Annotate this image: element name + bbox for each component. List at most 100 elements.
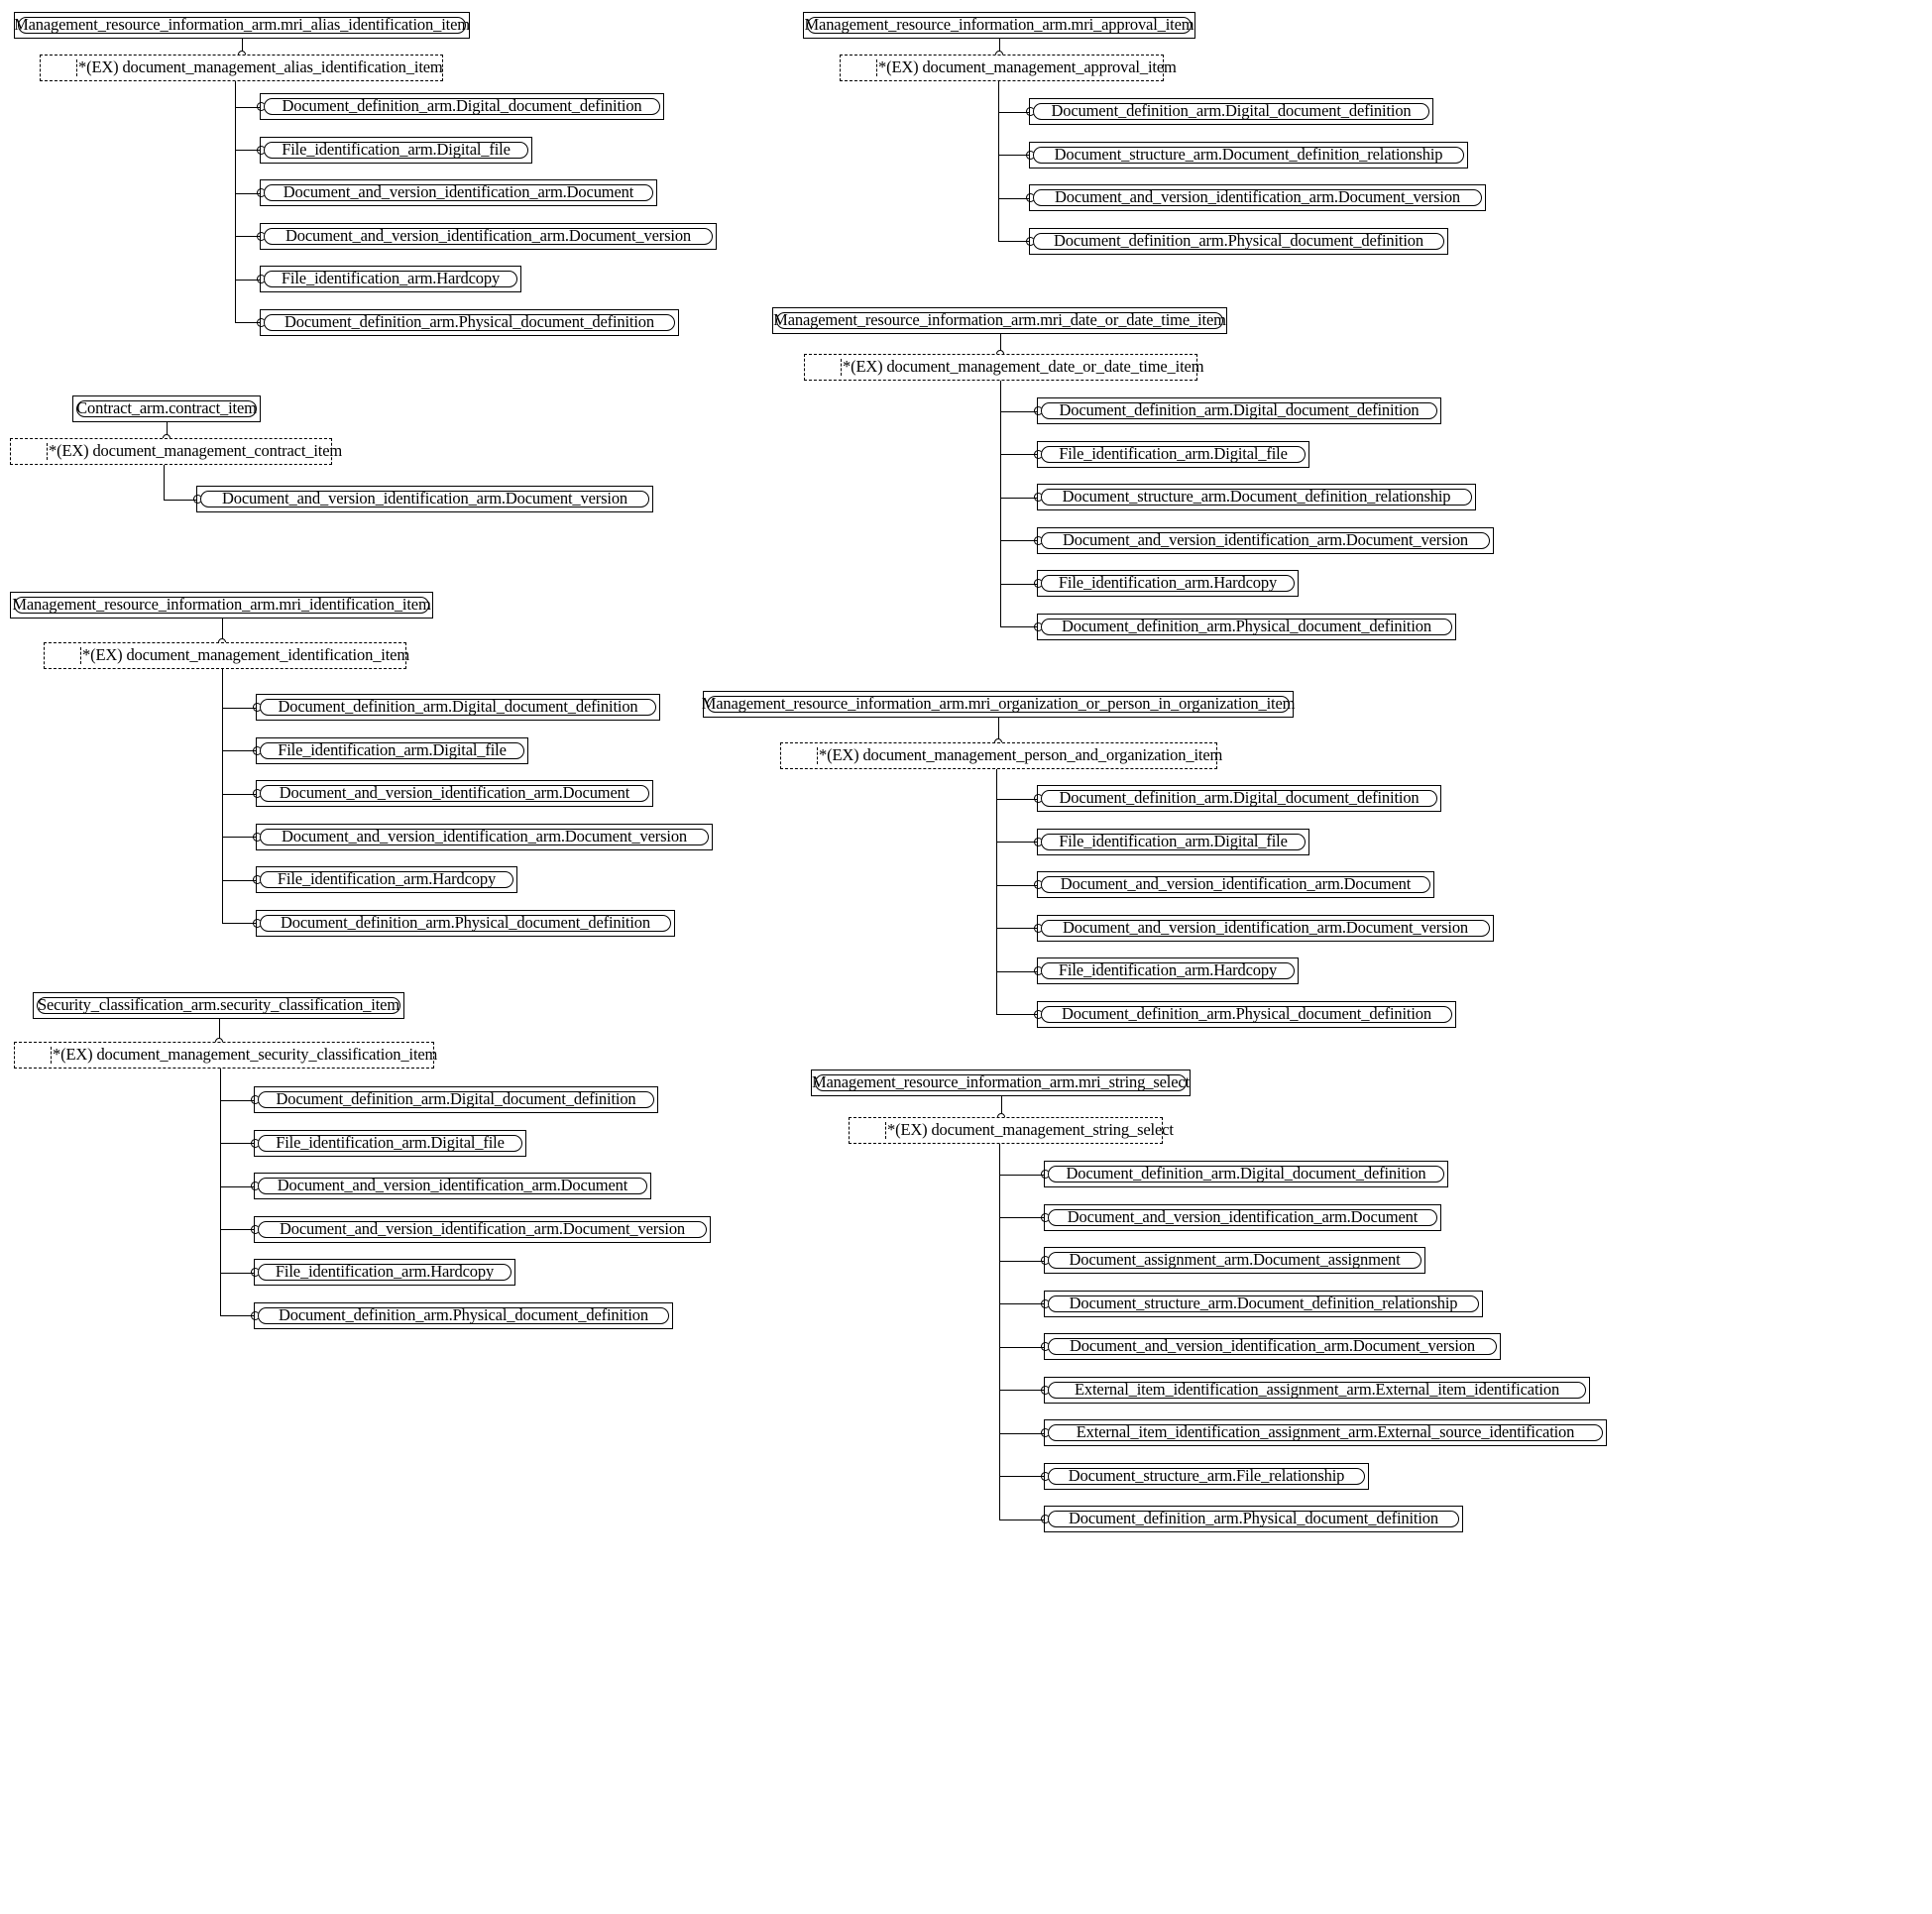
child-entity-approval-3[interactable]: Document_definition_arm.Physical_documen…	[1029, 227, 1448, 255]
root-entity-security[interactable]: Security_classification_arm.security_cla…	[33, 992, 404, 1019]
connector-trunk-approval	[998, 81, 999, 241]
attachment-circle-icon	[1025, 150, 1035, 160]
child-entity-security-3[interactable]: Document_and_version_identification_arm.…	[254, 1215, 711, 1243]
attachment-circle-icon	[1040, 1298, 1050, 1308]
child-entity-date-2[interactable]: Document_structure_arm.Document_definiti…	[1037, 484, 1476, 510]
mapping-node-identification[interactable]: *(EX) document_management_identification…	[44, 642, 410, 669]
attachment-circle-icon	[1033, 493, 1043, 502]
connector-branch-identification-5	[222, 923, 257, 924]
child-entity-identification-0[interactable]: Document_definition_arm.Digital_document…	[256, 694, 660, 721]
entity-pill: Document_definition_arm.Physical_documen…	[1041, 1005, 1452, 1023]
attachment-circle-icon	[250, 1268, 260, 1277]
mapping-label: *(EX) document_management_identification…	[82, 645, 410, 665]
child-entity-contract-0[interactable]: Document_and_version_identification_arm.…	[196, 486, 653, 512]
entity-pill: External_item_identification_assignment_…	[1048, 1424, 1603, 1441]
child-entity-string_select-8[interactable]: Document_definition_arm.Physical_documen…	[1044, 1506, 1463, 1532]
child-entity-string_select-1[interactable]: Document_and_version_identification_arm.…	[1044, 1203, 1441, 1231]
child-entity-approval-1[interactable]: Document_structure_arm.Document_definiti…	[1029, 141, 1468, 169]
child-entity-alias-4[interactable]: File_identification_arm.Hardcopy	[260, 266, 521, 292]
child-entity-organization-5[interactable]: Document_definition_arm.Physical_documen…	[1037, 1000, 1456, 1028]
entity-pill: Document_definition_arm.Digital_document…	[264, 98, 660, 115]
connector-branch-organization-1	[996, 842, 1038, 843]
child-entity-security-2[interactable]: Document_and_version_identification_arm.…	[254, 1173, 651, 1199]
entity-pill: File_identification_arm.Digital_file	[1041, 445, 1306, 463]
entity-pill: File_identification_arm.Digital_file	[264, 141, 528, 159]
child-entity-identification-4[interactable]: File_identification_arm.Hardcopy	[256, 866, 517, 893]
connector-branch-organization-3	[996, 928, 1038, 929]
child-entity-security-4[interactable]: File_identification_arm.Hardcopy	[254, 1259, 515, 1286]
entity-label: Document_and_version_identification_arm.…	[1067, 1206, 1419, 1226]
child-entity-approval-0[interactable]: Document_definition_arm.Digital_document…	[1029, 98, 1433, 125]
attachment-circle-icon	[1040, 1342, 1050, 1351]
child-entity-approval-2[interactable]: Document_and_version_identification_arm.…	[1029, 184, 1486, 211]
connector-branch-string_select-3	[999, 1303, 1045, 1304]
entity-pill: Management_resource_information_arm.mri_…	[12, 597, 431, 614]
attachment-circle-icon	[256, 145, 266, 155]
mapping-node-approval[interactable]: *(EX) document_management_approval_item	[840, 55, 1177, 81]
child-entity-organization-4[interactable]: File_identification_arm.Hardcopy	[1037, 957, 1299, 984]
entity-label: Document_definition_arm.Digital_document…	[278, 697, 638, 717]
child-entity-identification-1[interactable]: File_identification_arm.Digital_file	[256, 736, 528, 764]
connector-branch-security-4	[220, 1272, 255, 1274]
mapping-node-organization[interactable]: *(EX) document_management_person_and_org…	[780, 742, 1222, 769]
child-entity-organization-2[interactable]: Document_and_version_identification_arm.…	[1037, 871, 1434, 898]
child-entity-organization-3[interactable]: Document_and_version_identification_arm.…	[1037, 914, 1494, 942]
entity-pill: Document_and_version_identification_arm.…	[1041, 876, 1430, 893]
mapping-node-string_select[interactable]: *(EX) document_management_string_select	[849, 1117, 1174, 1144]
child-entity-identification-3[interactable]: Document_and_version_identification_arm.…	[256, 823, 713, 850]
child-entity-string_select-2[interactable]: Document_assignment_arm.Document_assignm…	[1044, 1247, 1425, 1274]
attachment-circle-icon	[1033, 449, 1043, 459]
root-entity-identification[interactable]: Management_resource_information_arm.mri_…	[10, 592, 433, 619]
mapping-label: *(EX) document_management_string_select	[887, 1120, 1174, 1140]
entity-label: Document_definition_arm.Digital_document…	[1066, 1164, 1426, 1183]
mapping-node-security[interactable]: *(EX) document_management_security_class…	[14, 1042, 437, 1069]
mapping-node-date[interactable]: *(EX) document_management_date_or_date_t…	[804, 354, 1204, 381]
child-entity-alias-0[interactable]: Document_definition_arm.Digital_document…	[260, 93, 664, 120]
root-entity-string_select[interactable]: Management_resource_information_arm.mri_…	[811, 1070, 1191, 1096]
child-entity-alias-1[interactable]: File_identification_arm.Digital_file	[260, 136, 532, 164]
child-entity-identification-2[interactable]: Document_and_version_identification_arm.…	[256, 780, 653, 807]
root-entity-date[interactable]: Management_resource_information_arm.mri_…	[772, 307, 1227, 334]
child-entity-date-5[interactable]: Document_definition_arm.Physical_documen…	[1037, 613, 1456, 640]
child-entity-alias-3[interactable]: Document_and_version_identification_arm.…	[260, 222, 717, 250]
connector-branch-string_select-0	[999, 1174, 1045, 1176]
root-entity-approval[interactable]: Management_resource_information_arm.mri_…	[803, 12, 1195, 39]
child-entity-security-5[interactable]: Document_definition_arm.Physical_documen…	[254, 1301, 673, 1329]
child-entity-string_select-6[interactable]: External_item_identification_assignment_…	[1044, 1419, 1607, 1446]
connector-branch-date-2	[1000, 497, 1038, 499]
entity-label: File_identification_arm.Hardcopy	[1058, 960, 1278, 980]
root-entity-organization[interactable]: Management_resource_information_arm.mri_…	[702, 691, 1295, 718]
entity-pill: External_item_identification_assignment_…	[1048, 1381, 1586, 1399]
mapping-node-alias[interactable]: *(EX) document_management_alias_identifi…	[40, 55, 443, 81]
attachment-circle-icon	[1025, 236, 1035, 246]
connector-branch-identification-2	[222, 793, 257, 795]
child-entity-organization-0[interactable]: Document_definition_arm.Digital_document…	[1037, 785, 1441, 812]
child-entity-date-3[interactable]: Document_and_version_identification_arm.…	[1037, 526, 1494, 554]
child-entity-string_select-0[interactable]: Document_definition_arm.Digital_document…	[1044, 1161, 1448, 1187]
child-entity-date-4[interactable]: File_identification_arm.Hardcopy	[1037, 570, 1299, 597]
child-entity-string_select-5[interactable]: External_item_identification_assignment_…	[1044, 1376, 1590, 1404]
child-entity-alias-2[interactable]: Document_and_version_identification_arm.…	[260, 179, 657, 206]
connector-branch-contract-0	[164, 499, 197, 501]
attachment-circle-icon	[252, 832, 262, 842]
child-entity-string_select-7[interactable]: Document_structure_arm.File_relationship	[1044, 1462, 1369, 1490]
child-entity-security-1[interactable]: File_identification_arm.Digital_file	[254, 1129, 526, 1157]
child-entity-string_select-3[interactable]: Document_structure_arm.Document_definiti…	[1044, 1290, 1483, 1317]
attachment-circle-icon	[1033, 794, 1043, 803]
root-entity-contract[interactable]: Contract_arm.contract_item	[72, 395, 261, 422]
root-entity-alias[interactable]: Management_resource_information_arm.mri_…	[14, 12, 470, 39]
child-entity-string_select-4[interactable]: Document_and_version_identification_arm.…	[1044, 1333, 1501, 1360]
child-entity-date-0[interactable]: Document_definition_arm.Digital_document…	[1037, 397, 1441, 424]
child-entity-alias-5[interactable]: Document_definition_arm.Physical_documen…	[260, 308, 679, 336]
child-entity-organization-1[interactable]: File_identification_arm.Digital_file	[1037, 828, 1309, 855]
child-entity-identification-5[interactable]: Document_definition_arm.Physical_documen…	[256, 909, 675, 937]
child-entity-date-1[interactable]: File_identification_arm.Digital_file	[1037, 440, 1309, 468]
child-entity-security-0[interactable]: Document_definition_arm.Digital_document…	[254, 1086, 658, 1113]
entity-label: Document_and_version_identification_arm.…	[1060, 874, 1412, 894]
connector-branch-identification-3	[222, 837, 257, 838]
mapping-stub	[14, 443, 48, 460]
connector-branch-date-4	[1000, 583, 1038, 585]
entity-label: Document_definition_arm.Digital_document…	[1059, 788, 1420, 808]
entity-label: Document_structure_arm.Document_definiti…	[1062, 487, 1451, 507]
mapping-node-contract[interactable]: *(EX) document_management_contract_item	[10, 438, 342, 465]
